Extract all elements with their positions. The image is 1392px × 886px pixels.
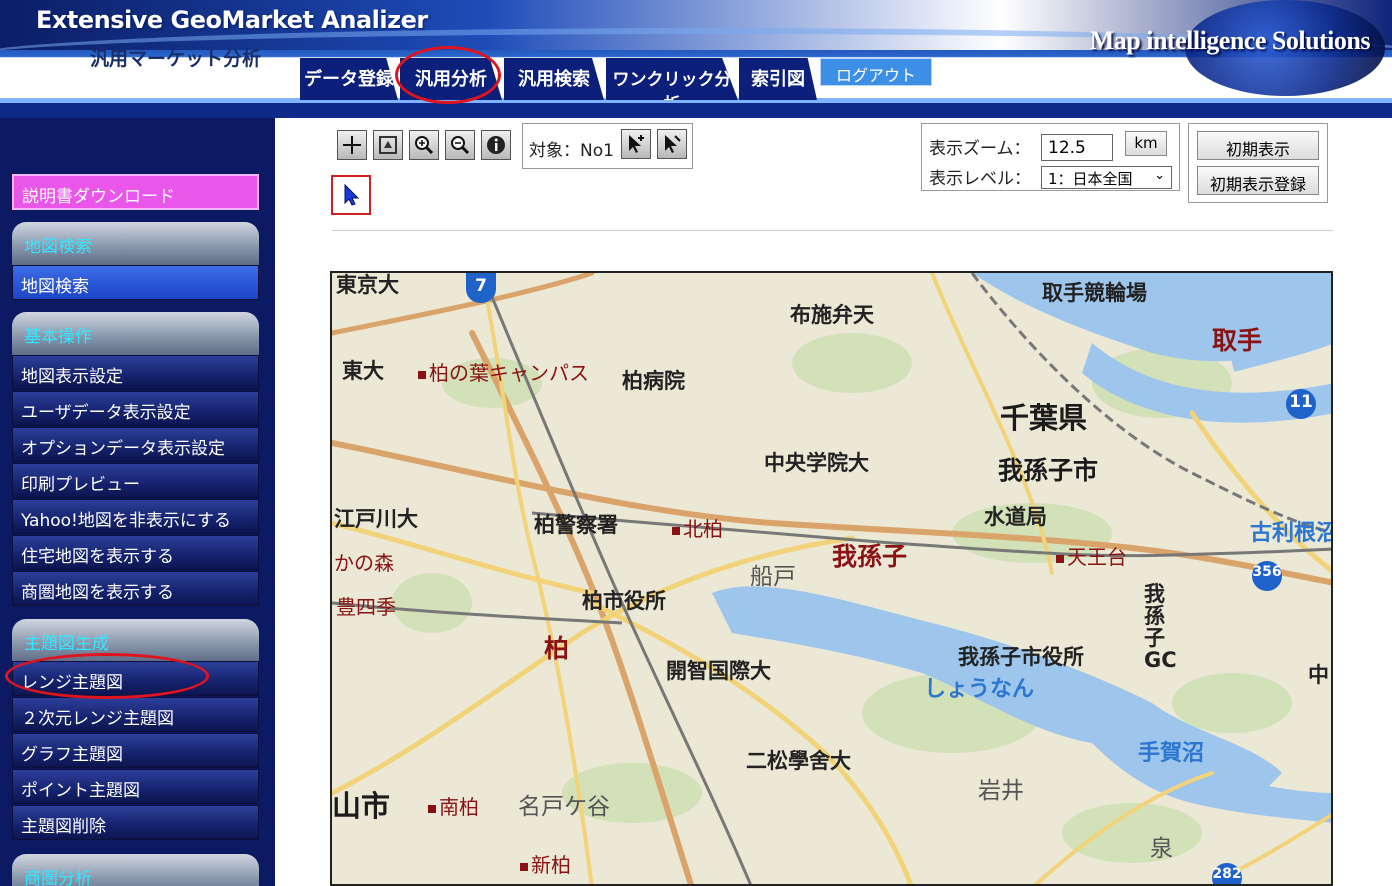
initial-display-button[interactable]: 初期表示 xyxy=(1197,131,1319,160)
map-label-abiko-city: 我孫子市 xyxy=(998,456,1099,485)
map-label-suidokyoku: 水道局 xyxy=(984,505,1047,529)
map-label-toride-station: 取手 xyxy=(1212,326,1263,355)
map-label-tokyo: 東京大 xyxy=(336,273,399,297)
app-header: Extensive GeoMarket Analizer 汎用マーケット分析 M… xyxy=(0,0,1392,118)
chevron-down-icon: ⌄ xyxy=(1154,168,1165,183)
map-label-tennodai: 天王台 xyxy=(1056,541,1127,570)
map-label-iwai: 岩井 xyxy=(978,778,1024,804)
map-canvas[interactable]: 東京大 7 布施弁天 取手競輪場 取手 柏の葉キャンパス 柏病院 東大 千葉県 … xyxy=(330,271,1333,886)
sidebar-item-graph-theme-map[interactable]: グラフ主題図 xyxy=(12,733,259,768)
tab-general-analysis[interactable]: 汎用分析 xyxy=(400,58,502,100)
manual-download-button[interactable]: 説明書ダウンロード xyxy=(12,174,259,210)
sidebar-item-map-search[interactable]: 地図検索 xyxy=(12,265,259,300)
map-label-yamashi: 山市 xyxy=(332,789,391,823)
tab-data-register[interactable]: データ登録 xyxy=(300,58,398,100)
map-label-tega-numa: 手賀沼 xyxy=(1138,741,1205,766)
sidebar-item-user-data-display[interactable]: ユーザデータ表示設定 xyxy=(12,391,259,426)
map-label-toyoshiki: 豊四季 xyxy=(336,595,396,619)
sidebar-item-print-preview[interactable]: 印刷プレビュー xyxy=(12,463,259,498)
route-11-badge: 11 xyxy=(1286,389,1316,419)
display-level-value: 1：日本全国 xyxy=(1048,170,1133,188)
select-target-cursor-icon[interactable] xyxy=(657,129,687,159)
sidebar-item-show-trade-area-map[interactable]: 商圏地図を表示する xyxy=(12,571,259,606)
map-label-furutone: 古利根沼 xyxy=(1250,521,1333,546)
tab-index-map[interactable]: 索引図 xyxy=(739,58,817,100)
map-label-kaichi-univ: 開智国際大 xyxy=(666,659,771,683)
map-label-kashiwa-hospital: 柏病院 xyxy=(622,369,685,393)
map-label-kitakashiwa: 北柏 xyxy=(672,513,723,542)
hand-pan-icon[interactable] xyxy=(373,130,403,160)
map-label-kanomori: かの森 xyxy=(334,551,394,575)
zoom-in-icon[interactable] xyxy=(409,130,439,160)
tab-general-search[interactable]: 汎用検索 xyxy=(504,58,604,100)
tab-one-click-analysis[interactable]: ワンクリック分析 xyxy=(606,58,738,100)
map-label-naka: 中 xyxy=(1308,663,1329,687)
map-label-edogawa-univ: 江戸川大 xyxy=(334,507,418,531)
map-label-toride-keirin: 取手競輪場 xyxy=(1042,281,1147,305)
info-icon[interactable] xyxy=(481,130,511,160)
map-label-izumi: 泉 xyxy=(1150,836,1173,862)
zoom-label: 表示ズーム： xyxy=(929,139,1031,159)
sidebar-item-show-residential-map[interactable]: 住宅地図を表示する xyxy=(12,535,259,570)
sidebar-item-delete-theme-map[interactable]: 主題図削除 xyxy=(12,805,259,840)
target-label: 対象：No1 xyxy=(529,141,614,161)
section-map-search[interactable]: 地図検索 xyxy=(12,222,259,266)
sidebar-item-option-data-display[interactable]: オプションデータ表示設定 xyxy=(12,427,259,462)
map-label-shinkashiwa: 新柏 xyxy=(520,849,571,878)
section-basic-ops[interactable]: 基本操作 xyxy=(12,312,259,356)
map-label-shonan: しょうなん xyxy=(924,677,1035,702)
map-label-abiko-station: 我孫子 xyxy=(832,542,908,571)
sidebar-item-2d-range-theme-map[interactable]: ２次元レンジ主題図 xyxy=(12,697,259,732)
route-282-badge: 282 xyxy=(1212,863,1242,884)
map-label-kashiwa-city-hall: 柏市役所 xyxy=(582,589,666,613)
initial-display-register-button[interactable]: 初期表示登録 xyxy=(1197,166,1319,195)
zoom-out-icon[interactable] xyxy=(445,130,475,160)
sidebar-item-map-display-settings[interactable]: 地図表示設定 xyxy=(12,355,259,390)
map-label-chiba-pref: 千葉県 xyxy=(1000,401,1088,435)
pan-crosshair-icon[interactable] xyxy=(337,130,367,160)
zoom-input[interactable] xyxy=(1041,134,1113,161)
toolbar-divider xyxy=(332,230,1334,231)
map-label-fuse-benten: 布施弁天 xyxy=(790,303,874,327)
logout-button[interactable]: ログアウト xyxy=(820,58,932,86)
app-title: Extensive GeoMarket Analizer xyxy=(36,6,428,34)
map-label-chuo-gakuin: 中央学院大 xyxy=(764,451,869,475)
map-label-todai: 東大 xyxy=(342,359,384,383)
map-label-nadogaya: 名戸ケ谷 xyxy=(518,794,610,820)
sidebar: 説明書ダウンロード 地図検索 地図検索 基本操作 地図表示設定 ユーザデータ表示… xyxy=(0,118,275,886)
map-label-abiko-gc: 我孫子GC xyxy=(1144,582,1177,672)
display-level-select[interactable]: 1：日本全国 ⌄ xyxy=(1041,166,1172,189)
map-label-nisho-univ: 二松學舍大 xyxy=(746,749,851,773)
map-label-minamikashiwa: 南柏 xyxy=(428,791,479,820)
section-theme-map[interactable]: 主題図生成 xyxy=(12,619,259,663)
header-bottom-bar xyxy=(0,98,1392,118)
section-trade-area[interactable]: 商圏分析 xyxy=(12,854,259,886)
sidebar-item-range-theme-map[interactable]: レンジ主題図 xyxy=(12,661,259,696)
sidebar-item-point-theme-map[interactable]: ポイント主題図 xyxy=(12,769,259,804)
zoom-unit-button[interactable]: km xyxy=(1125,131,1167,156)
map-label-kashiwa-station: 柏 xyxy=(544,634,570,663)
map-label-kashiwa-police: 柏警察署 xyxy=(534,513,618,537)
route-356-badge: 356 xyxy=(1252,561,1282,591)
level-label: 表示レベル： xyxy=(929,169,1031,189)
map-label-funato: 船戸 xyxy=(750,564,796,590)
zoom-settings-panel: 表示ズーム： km 表示レベル： 1：日本全国 ⌄ xyxy=(921,123,1180,191)
app-subtitle: 汎用マーケット分析 xyxy=(90,48,262,70)
add-target-cursor-icon[interactable] xyxy=(621,129,651,159)
initial-display-panel: 初期表示 初期表示登録 xyxy=(1188,123,1328,203)
sidebar-item-hide-yahoo-map[interactable]: Yahoo!地図を非表示にする xyxy=(12,499,259,534)
map-label-abiko-city-hall: 我孫子市役所 xyxy=(958,645,1084,669)
brand-logo-text: Map intelligence Solutions xyxy=(1089,26,1371,55)
pointer-select-icon[interactable] xyxy=(331,175,371,215)
map-label-kashiwanoha: 柏の葉キャンパス xyxy=(418,357,589,386)
route-7-badge: 7 xyxy=(466,273,496,303)
